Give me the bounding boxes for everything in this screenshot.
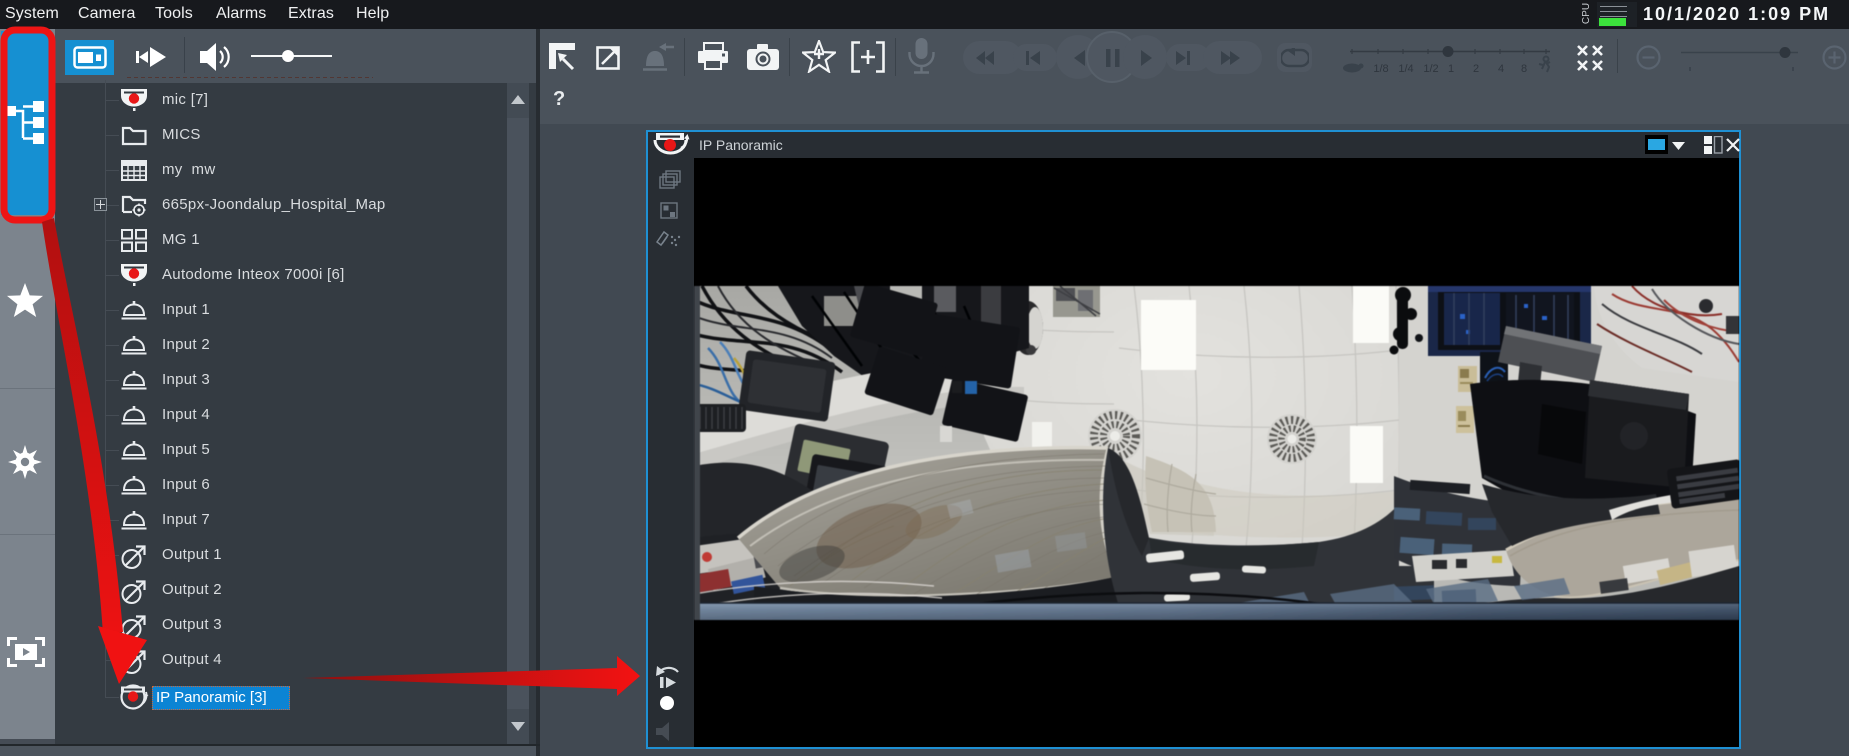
svg-text:8: 8 xyxy=(1521,63,1527,75)
svg-text:1/8: 1/8 xyxy=(1373,63,1388,75)
svg-text:1: 1 xyxy=(1448,63,1454,75)
svg-text:2: 2 xyxy=(1473,63,1479,75)
svg-text:1/4: 1/4 xyxy=(1398,63,1413,75)
svg-text:4: 4 xyxy=(1498,63,1504,75)
svg-text:1/2: 1/2 xyxy=(1423,63,1438,75)
